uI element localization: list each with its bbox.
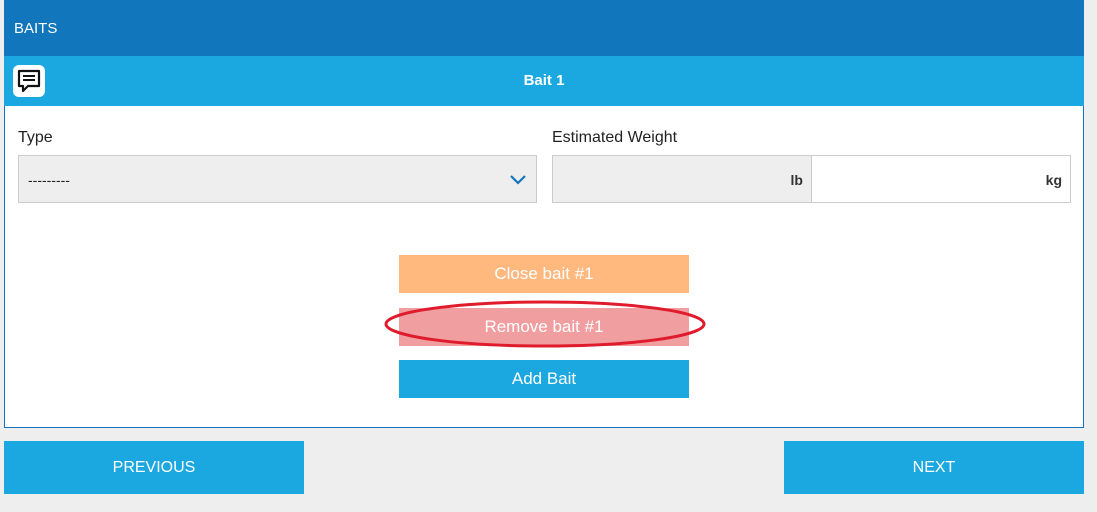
remove-bait-button[interactable]: Remove bait #1	[399, 308, 689, 346]
lb-unit-label: lb	[790, 172, 803, 188]
type-select-value: ---------	[28, 172, 70, 188]
weight-lb-input[interactable]: lb	[552, 155, 812, 203]
bait-title: Bait 1	[523, 72, 565, 89]
kg-unit-label: kg	[1045, 172, 1062, 188]
close-bait-button[interactable]: Close bait #1	[399, 255, 689, 293]
chevron-down-icon	[510, 175, 526, 185]
section-title: BAITS	[14, 19, 58, 37]
add-bait-button[interactable]: Add Bait	[399, 360, 689, 398]
previous-button[interactable]: PREVIOUS	[4, 441, 304, 494]
weight-label: Estimated Weight	[552, 129, 678, 146]
bait-header: Bait 1	[4, 56, 1084, 106]
section-header: BAITS	[4, 0, 1084, 56]
weight-kg-input[interactable]: kg	[812, 155, 1071, 203]
next-button[interactable]: NEXT	[784, 441, 1084, 494]
type-label: Type	[18, 129, 53, 146]
type-select[interactable]: ---------	[18, 155, 537, 203]
